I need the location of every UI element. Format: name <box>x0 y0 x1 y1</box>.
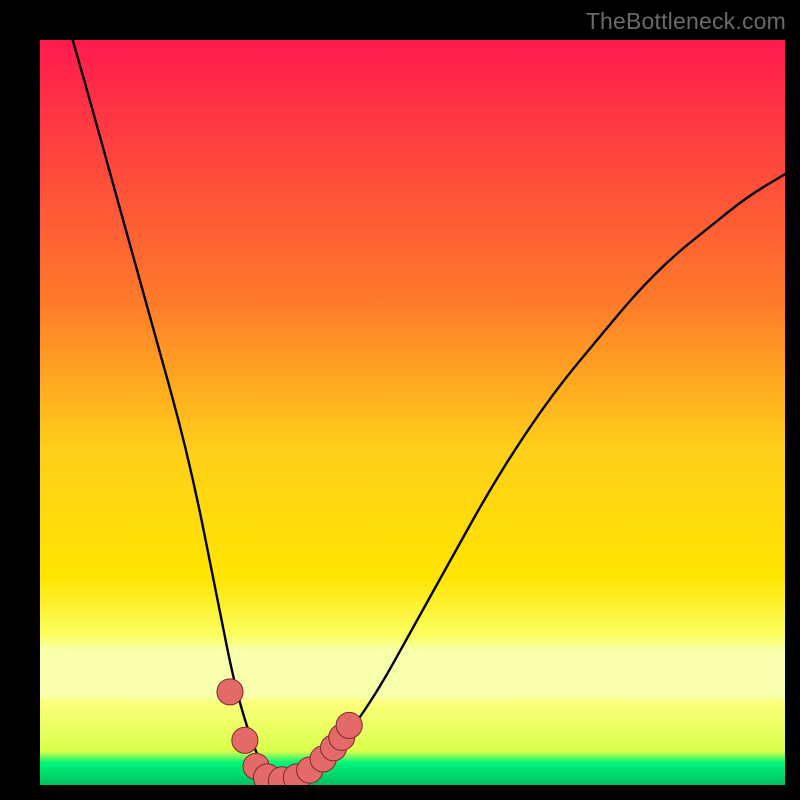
data-marker <box>217 679 243 705</box>
chart-frame: TheBottleneck.com <box>0 0 800 800</box>
plot-area <box>40 40 785 785</box>
bottleneck-curve <box>40 40 785 785</box>
data-marker <box>232 727 258 753</box>
data-marker <box>336 712 362 738</box>
watermark-text: TheBottleneck.com <box>586 8 786 35</box>
